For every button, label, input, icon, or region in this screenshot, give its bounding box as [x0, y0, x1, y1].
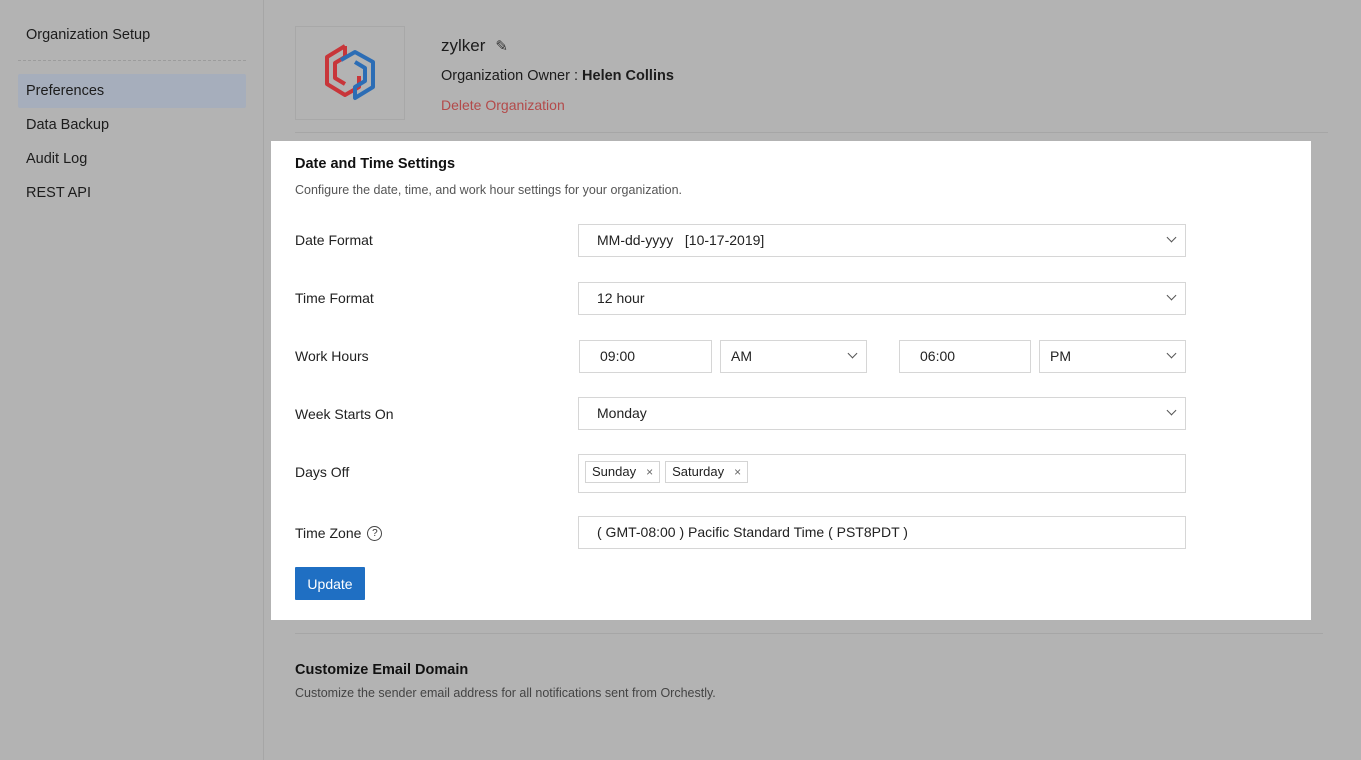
chevron-down-icon	[847, 348, 858, 359]
email-domain-title: Customize Email Domain	[295, 662, 469, 678]
chevron-down-icon	[1166, 290, 1177, 301]
work-end-time-value: 06:00	[920, 348, 956, 364]
work-end-period-value: PM	[1050, 348, 1071, 364]
sidebar-heading: Organization Setup	[26, 27, 151, 43]
work-start-period-value: AM	[731, 348, 752, 364]
section-description: Configure the date, time, and work hour …	[295, 183, 683, 197]
org-logo-icon	[325, 44, 375, 100]
sidebar: Organization Setup Preferences Data Back…	[0, 0, 264, 760]
work-start-time-value: 09:00	[600, 348, 636, 364]
days-off-input[interactable]: Sunday × Saturday ×	[578, 454, 1186, 493]
week-start-select[interactable]: Monday	[578, 397, 1186, 430]
org-logo[interactable]	[295, 26, 405, 120]
work-start-period-select[interactable]: AM	[720, 340, 867, 373]
org-owner: Organization Owner : Helen Collins	[441, 68, 674, 84]
week-start-label: Week Starts On	[295, 406, 394, 422]
time-zone-label-row: Time Zone ?	[295, 525, 383, 541]
org-owner-name: Helen Collins	[582, 68, 674, 84]
date-format-value: MM-dd-yyyy [10-17-2019]	[597, 232, 765, 248]
work-end-time-input[interactable]: 06:00	[899, 340, 1031, 373]
week-start-value: Monday	[597, 405, 647, 421]
days-off-tag: Sunday ×	[585, 461, 661, 483]
time-format-value: 12 hour	[597, 290, 645, 306]
days-off-tag: Saturday ×	[665, 461, 749, 483]
tag-label: Saturday	[672, 464, 725, 479]
section-divider	[295, 633, 1323, 634]
time-format-select[interactable]: 12 hour	[578, 282, 1186, 315]
time-format-label: Time Format	[295, 290, 374, 306]
time-zone-value: ( GMT-08:00 ) Pacific Standard Time ( PS…	[597, 524, 908, 540]
work-end-period-select[interactable]: PM	[1039, 340, 1186, 373]
sidebar-item-preferences[interactable]: Preferences	[18, 74, 246, 108]
date-format-label: Date Format	[295, 232, 373, 248]
sidebar-divider	[18, 60, 246, 61]
sidebar-item-audit-log[interactable]: Audit Log	[18, 142, 246, 176]
help-icon[interactable]: ?	[367, 525, 383, 541]
time-zone-label: Time Zone	[295, 525, 362, 541]
email-domain-description: Customize the sender email address for a…	[295, 686, 716, 700]
org-name-row: zylker ✎	[441, 36, 508, 56]
tag-label: Sunday	[592, 464, 637, 479]
time-zone-select[interactable]: ( GMT-08:00 ) Pacific Standard Time ( PS…	[578, 516, 1186, 549]
sidebar-item-data-backup[interactable]: Data Backup	[18, 108, 246, 142]
delete-organization-link[interactable]: Delete Organization	[441, 97, 565, 113]
days-off-label: Days Off	[295, 464, 350, 480]
section-title: Date and Time Settings	[295, 156, 456, 172]
work-hours-label: Work Hours	[295, 348, 369, 364]
org-owner-label: Organization Owner :	[441, 68, 579, 84]
date-time-settings-card: Date and Time Settings Configure the dat…	[271, 141, 1311, 620]
sidebar-item-rest-api[interactable]: REST API	[18, 176, 246, 210]
chevron-down-icon	[1166, 405, 1177, 416]
section-divider	[295, 132, 1328, 133]
update-button[interactable]: Update	[295, 567, 365, 600]
work-start-time-input[interactable]: 09:00	[579, 340, 712, 373]
org-name: zylker	[441, 36, 486, 55]
date-format-select[interactable]: MM-dd-yyyy [10-17-2019]	[578, 224, 1186, 257]
main-content: zylker ✎ Organization Owner : Helen Coll…	[265, 0, 1361, 760]
chevron-down-icon	[1166, 348, 1177, 359]
close-icon[interactable]: ×	[734, 462, 741, 482]
pencil-icon[interactable]: ✎	[495, 37, 508, 55]
chevron-down-icon	[1166, 232, 1177, 243]
close-icon[interactable]: ×	[646, 462, 653, 482]
